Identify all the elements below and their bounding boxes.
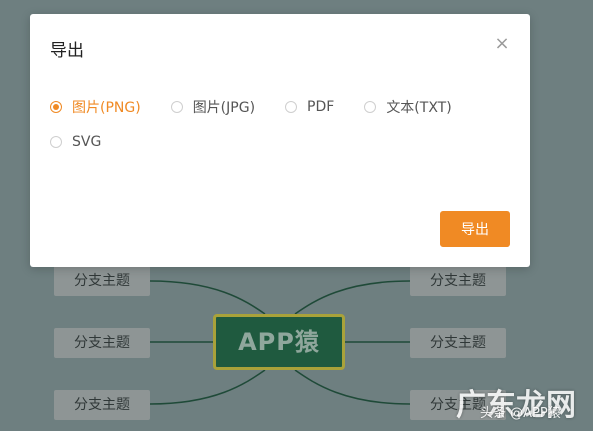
export-button[interactable]: 导出 [440,211,510,247]
connector-left-bottom [149,369,266,405]
format-option-label: SVG [72,134,102,150]
radio-unchecked-icon[interactable] [285,101,298,113]
radio-unchecked-icon[interactable] [170,101,183,113]
connector-right-bottom [294,369,411,405]
close-icon[interactable]: × [494,35,510,53]
branch-topic[interactable]: 分支主题 [410,328,506,358]
format-option-png[interactable]: 图片(PNG) [50,97,141,117]
format-options-row-2: SVG [50,134,131,150]
format-option-label: 图片(PNG) [72,100,141,116]
central-topic[interactable]: APP猿 [213,314,345,370]
branch-topic[interactable]: 分支主题 [54,390,150,420]
branch-topic[interactable]: 分支主题 [410,266,506,296]
watermark-account: 头条 @APP猿 [480,406,561,421]
radio-unchecked-icon[interactable] [50,136,62,148]
format-option-svg[interactable]: SVG [50,134,101,150]
connector-left-top [149,280,266,315]
format-option-pdf[interactable]: PDF [285,99,334,115]
format-option-label: PDF [307,99,335,115]
connector-right-top [294,280,411,315]
branch-topic[interactable]: 分支主题 [54,328,150,358]
format-option-label: 图片(JPG) [192,100,256,116]
dialog-title: 导出 [50,41,84,61]
export-dialog: 导出 × 图片(PNG) 图片(JPG) PDF 文本(TXT) SVG 导出 [30,14,530,267]
branch-topic[interactable]: 分支主题 [54,266,150,296]
format-options-row-1: 图片(PNG) 图片(JPG) PDF 文本(TXT) [50,97,482,117]
format-option-jpg[interactable]: 图片(JPG) [170,97,256,117]
format-option-label: 文本(TXT) [386,100,452,116]
format-option-txt[interactable]: 文本(TXT) [364,97,452,117]
radio-unchecked-icon[interactable] [364,101,377,113]
radio-checked-icon[interactable] [50,101,62,113]
